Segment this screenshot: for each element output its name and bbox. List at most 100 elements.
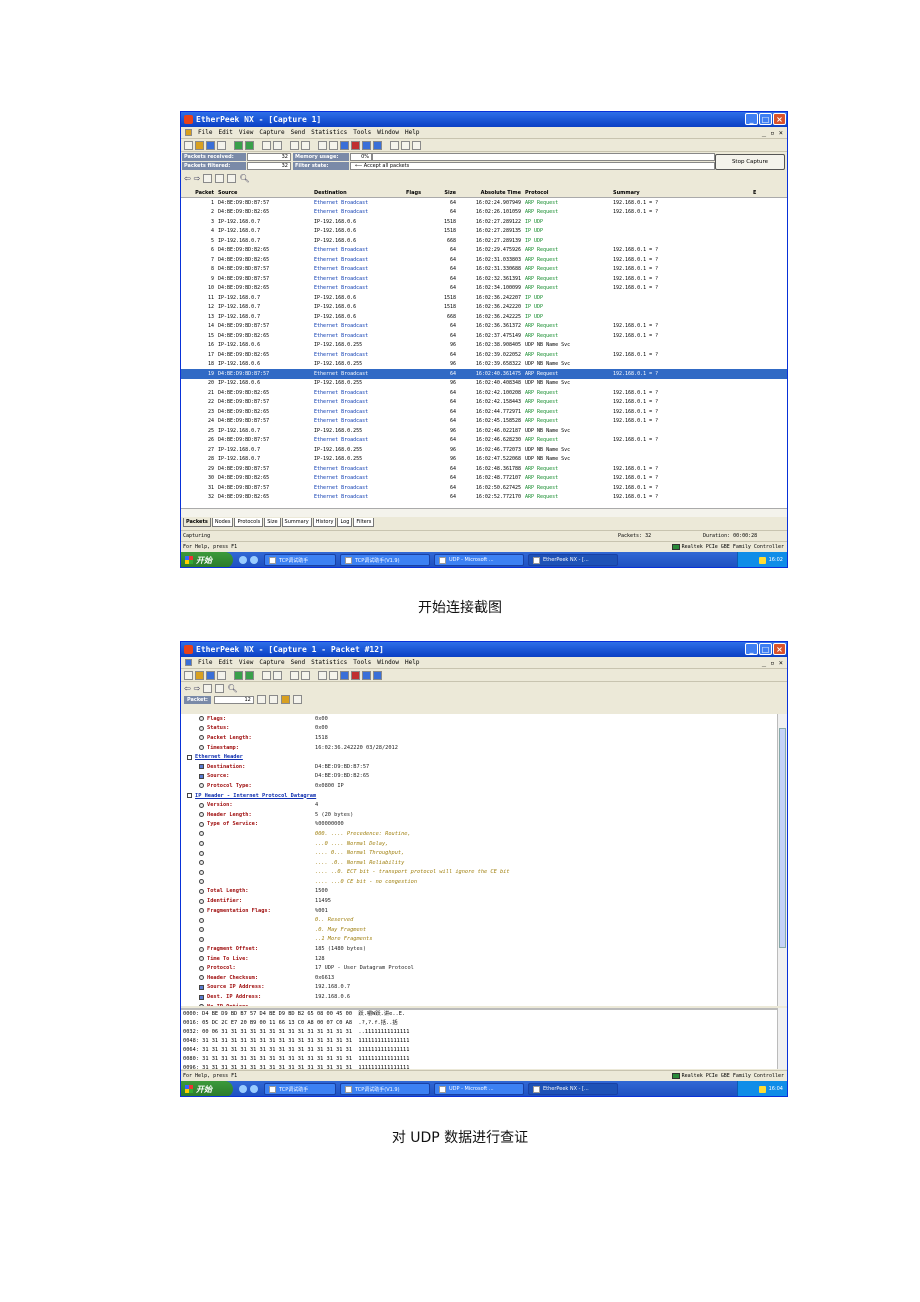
- col-summary[interactable]: Summary: [613, 190, 753, 196]
- task-udp-word[interactable]: UDP - Microsoft ...: [434, 1083, 524, 1095]
- table-row[interactable]: 13 IP-192.168.0.7 IP-192.168.0.6 668 16:02:3…: [181, 312, 787, 322]
- task-etherpeek[interactable]: EtherPeek NX - [...: [528, 1083, 618, 1095]
- close-button[interactable]: ×: [773, 643, 786, 655]
- tree-field[interactable]: Version: 4: [185, 800, 777, 810]
- stop-capture-icon[interactable]: [245, 670, 254, 680]
- page-icon[interactable]: [268, 695, 278, 704]
- back-arrow-icon[interactable]: ⇦: [184, 684, 191, 693]
- menu-view[interactable]: View: [239, 129, 253, 136]
- grid-icon[interactable]: [362, 140, 371, 150]
- app-menu-icon[interactable]: [185, 129, 192, 136]
- table-row[interactable]: 7 D4:BE:D9:BD:B2:65 Ethernet Broadcast 64 16…: [181, 255, 787, 265]
- tab-history[interactable]: History: [312, 518, 337, 527]
- tree-field[interactable]: Time To Live: 128: [185, 954, 777, 964]
- table-row[interactable]: 6 D4:BE:D9:BD:B2:65 Ethernet Broadcast 64 16…: [181, 246, 787, 256]
- forward-arrow-icon[interactable]: ⇨: [194, 174, 201, 183]
- comment-icon[interactable]: [280, 695, 290, 704]
- table-row[interactable]: 27 IP-192.168.0.7 IP-192.168.0.255 96 16:02:…: [181, 445, 787, 455]
- table-row[interactable]: 29 D4:BE:D9:BD:B7:57 Ethernet Broadcast 64 1…: [181, 464, 787, 474]
- tree-field[interactable]: .... 0... Normal Throughput,: [185, 848, 777, 858]
- menu-file[interactable]: File: [198, 129, 212, 136]
- tab-protocols[interactable]: Protocols: [234, 518, 264, 527]
- menu-tools[interactable]: Tools: [353, 129, 371, 136]
- start-capture-icon[interactable]: [234, 140, 243, 150]
- table-row[interactable]: 26 D4:BE:D9:BD:B7:57 Ethernet Broadcast 64 1…: [181, 436, 787, 446]
- col-absolute-time[interactable]: Absolute Time: [460, 190, 525, 196]
- table-row[interactable]: 10 D4:BE:D9:BD:B2:65 Ethernet Broadcast 64 1…: [181, 284, 787, 294]
- tree-field[interactable]: Dest. IP Address: 192.168.0.6: [185, 992, 777, 1002]
- filter-icon[interactable]: [329, 670, 338, 680]
- network-icon[interactable]: [318, 670, 327, 680]
- packet-number-input[interactable]: 12: [213, 695, 254, 704]
- table-row[interactable]: 2 D4:BE:D9:BD:B2:65 Ethernet Broadcast 64 16…: [181, 208, 787, 218]
- decode-icon[interactable]: [203, 683, 213, 693]
- table-row[interactable]: 30 D4:BE:D9:BD:B2:65 Ethernet Broadcast 64 1…: [181, 474, 787, 484]
- decode-scroll-thumb[interactable]: [779, 728, 786, 948]
- media-icon[interactable]: [250, 1085, 258, 1093]
- stop-capture-icon[interactable]: [245, 140, 254, 150]
- task-tcp-folder[interactable]: TCP调试助手: [264, 554, 336, 566]
- tree-field[interactable]: Header Checksum: 0x6613: [185, 973, 777, 983]
- table-row[interactable]: 22 D4:BE:D9:BD:B7:57 Ethernet Broadcast 64 1…: [181, 398, 787, 408]
- col-size[interactable]: Size: [434, 190, 460, 196]
- table-row[interactable]: 15 D4:BE:D9:BD:B2:65 Ethernet Broadcast 64 1…: [181, 331, 787, 341]
- tile-icon[interactable]: [390, 140, 399, 150]
- close-button[interactable]: ×: [773, 113, 786, 125]
- tree-field[interactable]: Total Length: 1500: [185, 887, 777, 897]
- menu-tools[interactable]: Tools: [353, 659, 371, 666]
- tab-summary[interactable]: Summary: [281, 518, 312, 527]
- menu-statistics[interactable]: Statistics: [311, 129, 347, 136]
- forward-arrow-icon[interactable]: ⇨: [194, 684, 201, 693]
- mdi-controls[interactable]: _ ▫ ×: [762, 129, 783, 137]
- chart-icon[interactable]: [373, 140, 382, 150]
- find-icon[interactable]: [273, 670, 282, 680]
- ie-icon[interactable]: [239, 1085, 247, 1093]
- print-icon[interactable]: [217, 140, 226, 150]
- task-tcp-folder[interactable]: TCP调试助手: [264, 1083, 336, 1095]
- dashboard-icon[interactable]: [340, 140, 349, 150]
- table-row[interactable]: 5 IP-192.168.0.7 IP-192.168.0.6 668 16:02:27…: [181, 236, 787, 246]
- tree-field[interactable]: Identifier: 11495: [185, 896, 777, 906]
- table-row[interactable]: 1 D4:BE:D9:BD:B7:57 Ethernet Broadcast 64 16…: [181, 198, 787, 208]
- start-button[interactable]: 开始: [181, 552, 233, 567]
- tree-field[interactable]: Source: D4:BE:D9:BD:B2:65: [185, 772, 777, 782]
- alarm-icon[interactable]: [351, 670, 360, 680]
- mdi-controls[interactable]: _ ▫ ×: [762, 659, 783, 667]
- dashboard-icon[interactable]: [340, 670, 349, 680]
- task-etherpeek[interactable]: EtherPeek NX - [...: [528, 554, 618, 566]
- menu-statistics[interactable]: Statistics: [311, 659, 347, 666]
- col-flags[interactable]: Flags: [406, 190, 434, 196]
- network-icon[interactable]: [318, 140, 327, 150]
- horizontal-scrollbar[interactable]: [181, 508, 787, 517]
- new-icon[interactable]: [184, 140, 193, 150]
- hex-scrollbar[interactable]: [777, 1008, 787, 1069]
- menu-edit[interactable]: Edit: [218, 129, 232, 136]
- table-row[interactable]: 20 IP-192.168.0.6 IP-192.168.0.255 96 16:02:…: [181, 379, 787, 389]
- tree-field[interactable]: .... ...0 CE bit - no congestion: [185, 877, 777, 887]
- table-row[interactable]: 18 IP-192.168.0.6 IP-192.168.0.255 96 16:02:…: [181, 360, 787, 370]
- tree-field[interactable]: Header Length: 5 (20 bytes): [185, 810, 777, 820]
- tree-field[interactable]: Flags: 0x00: [185, 714, 777, 724]
- print-icon[interactable]: [217, 670, 226, 680]
- ie-icon[interactable]: [239, 556, 247, 564]
- menu-view[interactable]: View: [239, 659, 253, 666]
- new-icon[interactable]: [184, 670, 193, 680]
- chart-icon[interactable]: [373, 670, 382, 680]
- table-row[interactable]: 12 IP-192.168.0.7 IP-192.168.0.6 1518 16:02:…: [181, 303, 787, 313]
- col-extra[interactable]: E: [753, 190, 756, 196]
- menu-send[interactable]: Send: [291, 659, 305, 666]
- tree-section-header[interactable]: IP Header - Internet Protocol Datagram: [185, 791, 777, 801]
- maximize-button[interactable]: □: [759, 113, 772, 125]
- col-protocol[interactable]: Protocol: [525, 190, 613, 196]
- open-icon[interactable]: [195, 140, 204, 150]
- decode-scrollbar[interactable]: [777, 714, 787, 1006]
- maximize-button[interactable]: □: [759, 643, 772, 655]
- col-packet[interactable]: Packet: [181, 190, 218, 196]
- start-button[interactable]: 开始: [181, 1081, 233, 1096]
- find-icon[interactable]: [273, 140, 282, 150]
- copy-icon[interactable]: [262, 140, 271, 150]
- table-row[interactable]: 28 IP-192.168.0.7 IP-192.168.0.255 96 16:02:…: [181, 455, 787, 465]
- table-row[interactable]: 9 D4:BE:D9:BD:B7:57 Ethernet Broadcast 64 16…: [181, 274, 787, 284]
- tree-field[interactable]: Destination: D4:BE:D9:BD:B7:57: [185, 762, 777, 772]
- table-row[interactable]: 11 IP-192.168.0.7 IP-192.168.0.6 1518 16:02:…: [181, 293, 787, 303]
